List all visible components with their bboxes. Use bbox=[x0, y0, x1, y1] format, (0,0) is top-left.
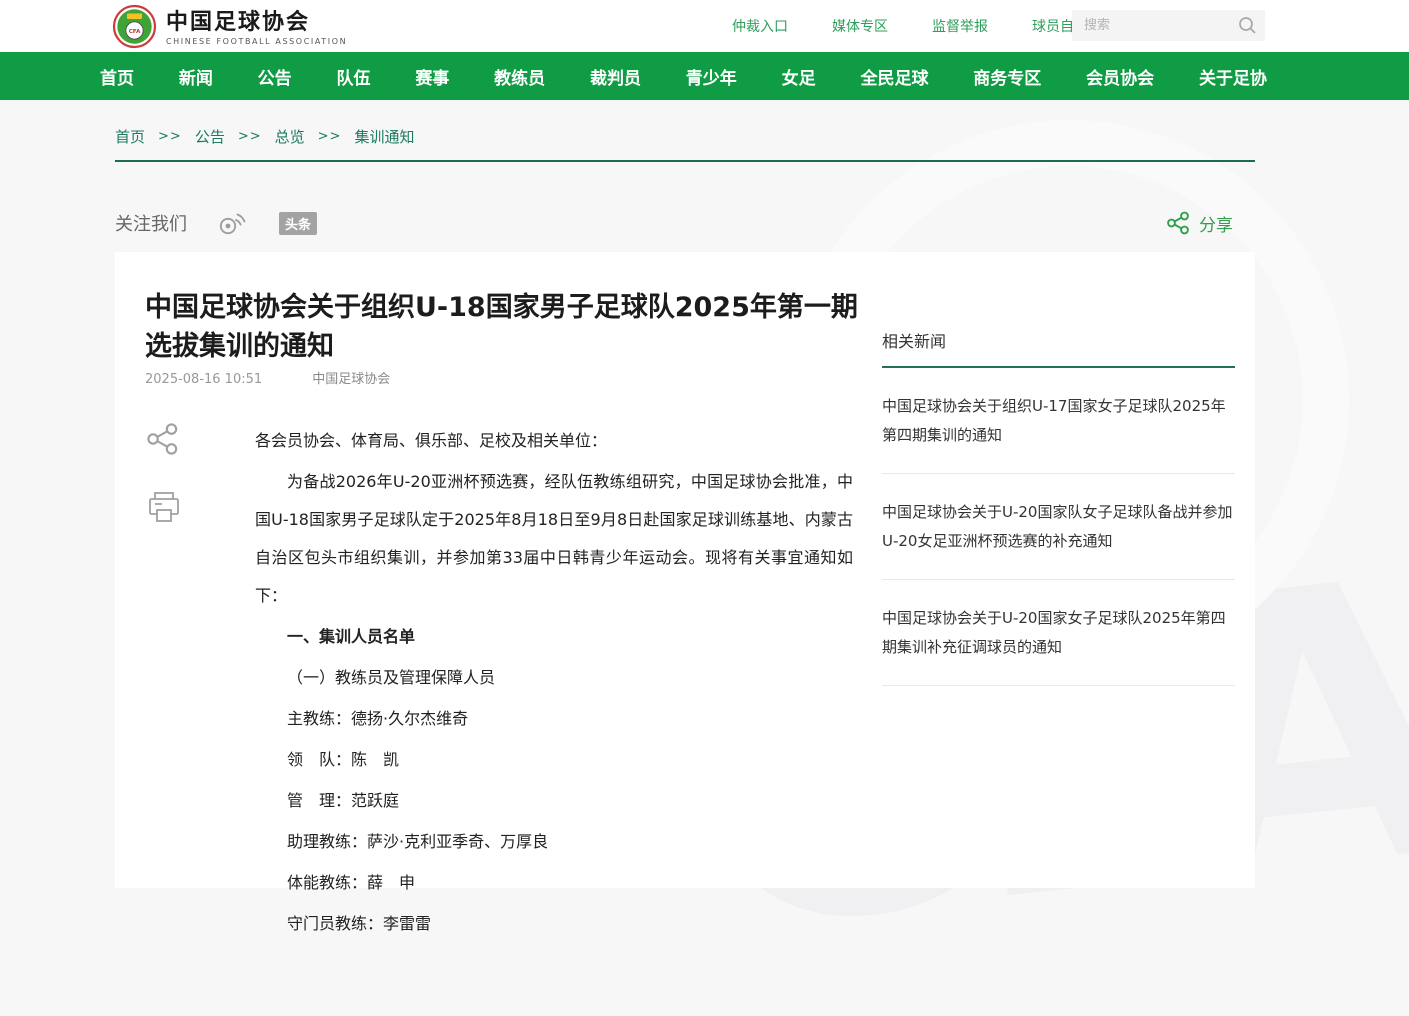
nav-item[interactable]: 青少年 bbox=[686, 64, 737, 89]
related-news-list: 中国足球协会关于组织U-17国家女子足球队2025年第四期集训的通知中国足球协会… bbox=[882, 368, 1235, 686]
article-title: 中国足球协会关于组织U-18国家男子足球队2025年第一期选拔集训的通知 bbox=[145, 288, 860, 366]
related-news-item[interactable]: 中国足球协会关于组织U-17国家女子足球队2025年第四期集训的通知 bbox=[882, 368, 1235, 474]
article-paragraph: 为备战2026年U-20亚洲杯预选赛，经队伍教练组研究，中国足球协会批准，中国U… bbox=[255, 463, 853, 615]
logo-subtitle: CHINESE FOOTBALL ASSOCIATION bbox=[166, 37, 347, 46]
article-paragraph: 一、集训人员名单 bbox=[255, 618, 853, 656]
nav-item[interactable]: 女足 bbox=[782, 64, 816, 89]
nav-item[interactable]: 关于足协 bbox=[1199, 64, 1267, 89]
article-paragraph: 主教练：德扬·久尔杰维奇 bbox=[255, 700, 853, 738]
article-card: 中国足球协会关于组织U-18国家男子足球队2025年第一期选拔集训的通知 202… bbox=[115, 252, 1255, 888]
related-news-sidebar: 相关新闻 中国足球协会关于组织U-17国家女子足球队2025年第四期集训的通知中… bbox=[882, 328, 1235, 686]
nav-item[interactable]: 队伍 bbox=[336, 64, 370, 89]
main-nav: 首页 新闻 公告 队伍 赛事 教练员 裁判员 青少年 女足 全民足球 商务专区 会员协会 关于足协 bbox=[0, 52, 1409, 100]
share-button[interactable]: 分享 bbox=[1166, 211, 1233, 236]
logo-title: 中国足球协会 bbox=[166, 11, 347, 35]
breadcrumb-separator: >> bbox=[318, 129, 342, 144]
share-nodes-icon[interactable] bbox=[145, 422, 183, 460]
top-link[interactable]: 媒体专区 bbox=[832, 16, 888, 36]
top-link[interactable]: 监督举报 bbox=[932, 16, 988, 36]
top-header-bar: CFA 中国足球协会 CHINESE FOOTBALL ASSOCIATION … bbox=[0, 0, 1409, 52]
article-paragraph: 助理教练：萨沙·克利亚季奇、万厚良 bbox=[255, 823, 853, 861]
article-source: 中国足球协会 bbox=[312, 372, 390, 387]
follow-bar: 关注我们 头条 分享 bbox=[115, 206, 1255, 240]
nav-item[interactable]: 全民足球 bbox=[860, 64, 928, 89]
nav-item[interactable]: 新闻 bbox=[179, 64, 213, 89]
weibo-icon[interactable] bbox=[217, 210, 247, 236]
share-label: 分享 bbox=[1199, 211, 1233, 236]
breadcrumb-item[interactable]: 公告 bbox=[195, 126, 225, 147]
nav-item[interactable]: 首页 bbox=[100, 64, 134, 89]
top-links: 仲裁入口媒体专区监督举报球员自荐 bbox=[732, 0, 1088, 52]
article-date: 2025-08-16 10:51 bbox=[145, 372, 262, 387]
article-paragraph: 领 队：陈 凯 bbox=[255, 741, 853, 779]
cfa-logo[interactable]: CFA 中国足球协会 CHINESE FOOTBALL ASSOCIATION bbox=[112, 4, 347, 53]
share-nodes-icon bbox=[1166, 211, 1191, 235]
toutiao-badge[interactable]: 头条 bbox=[279, 212, 317, 235]
breadcrumb-item[interactable]: 总览 bbox=[275, 126, 305, 147]
article-meta: 2025-08-16 10:51 中国足球协会 bbox=[145, 368, 390, 387]
related-news-item[interactable]: 中国足球协会关于U-20国家队女子足球队备战并参加U-20女足亚洲杯预选赛的补充… bbox=[882, 474, 1235, 580]
nav-item[interactable]: 裁判员 bbox=[590, 64, 641, 89]
search-box bbox=[1072, 10, 1265, 41]
svg-text:CFA: CFA bbox=[129, 29, 141, 35]
breadcrumb-item[interactable]: 集训通知 bbox=[354, 126, 414, 147]
related-news-title: 相关新闻 bbox=[882, 328, 1235, 368]
follow-us-label: 关注我们 bbox=[115, 210, 187, 236]
logo-text: 中国足球协会 CHINESE FOOTBALL ASSOCIATION bbox=[166, 11, 347, 46]
nav-item[interactable]: 公告 bbox=[258, 64, 292, 89]
article-paragraph: 各会员协会、体育局、俱乐部、足校及相关单位： bbox=[255, 422, 853, 460]
page: CFA CFA 中国足球协会 CHINESE FOOTBALL ASSOCIAT… bbox=[0, 0, 1409, 888]
search-input[interactable] bbox=[1072, 10, 1265, 41]
nav-item[interactable]: 商务专区 bbox=[973, 64, 1041, 89]
top-link[interactable]: 仲裁入口 bbox=[732, 16, 788, 36]
breadcrumb-separator: >> bbox=[158, 129, 182, 144]
article-paragraph: 体能教练：薛 申 bbox=[255, 864, 853, 902]
print-icon[interactable] bbox=[145, 490, 183, 530]
search-icon[interactable] bbox=[1238, 16, 1257, 39]
nav-item[interactable]: 赛事 bbox=[415, 64, 449, 89]
nav-item[interactable]: 教练员 bbox=[494, 64, 545, 89]
nav-item[interactable]: 会员协会 bbox=[1086, 64, 1154, 89]
article-paragraph: 守门员教练：李雷雷 bbox=[255, 905, 853, 943]
breadcrumb-item[interactable]: 首页 bbox=[115, 126, 145, 147]
breadcrumb: 首页 >> 公告 >> 总览 >> 集训通知 >> bbox=[115, 126, 1255, 162]
article-paragraph: （一）教练员及管理保障人员 bbox=[255, 659, 853, 697]
breadcrumb-separator: >> bbox=[238, 129, 262, 144]
related-news-item[interactable]: 中国足球协会关于U-20国家女子足球队2025年第四期集训补充征调球员的通知 bbox=[882, 580, 1235, 686]
article-tools bbox=[145, 422, 183, 530]
article-body: 各会员协会、体育局、俱乐部、足校及相关单位：为备战2026年U-20亚洲杯预选赛… bbox=[255, 422, 853, 946]
cfa-crest-icon: CFA bbox=[112, 4, 157, 53]
article-paragraph: 管 理：范跃庭 bbox=[255, 782, 853, 820]
